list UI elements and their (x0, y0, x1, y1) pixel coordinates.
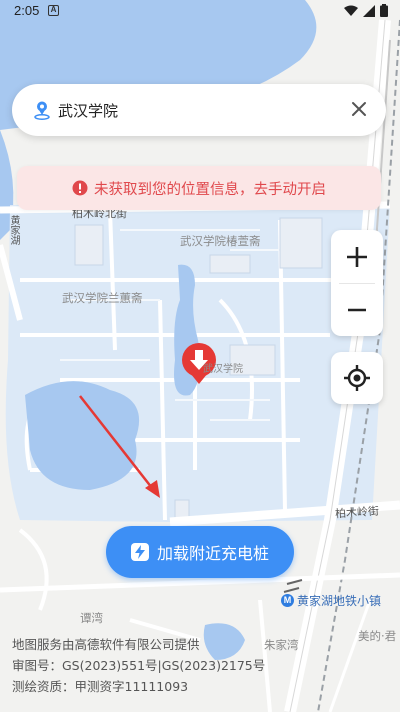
map-label-place-1: 谭湾 (80, 611, 103, 625)
warning-icon (72, 180, 88, 196)
close-icon[interactable] (348, 98, 370, 120)
location-warning-banner[interactable]: 未获取到您的位置信息，去手动开启 (17, 166, 381, 210)
map-label-road-bottom: 柏木岭街 (334, 504, 380, 521)
crosshair-icon (344, 365, 370, 391)
map-label-place-3: 美的·君 (358, 629, 397, 643)
warning-text: 未获取到您的位置信息，去手动开启 (94, 181, 326, 198)
map-label-campus-mid: 武汉学院 (203, 364, 243, 375)
minus-icon (348, 308, 366, 311)
attribution-qualification: 测绘资质：甲测资字11111093 (12, 679, 189, 694)
attribution-provider: 地图服务由高德软件有限公司提供 (12, 637, 200, 652)
load-nearby-chargers-button[interactable]: 加载附近充电桩 (106, 526, 294, 578)
map-label-campus-top: 武汉学院椿萱斋 (180, 234, 261, 248)
wifi-icon (344, 5, 358, 16)
search-bar[interactable]: 武汉学院 (12, 84, 386, 136)
locate-button[interactable] (331, 352, 383, 404)
zoom-out-button[interactable] (331, 283, 383, 336)
notification-badge-icon: A (48, 5, 59, 16)
metro-label: 黄家湖地铁小镇 (297, 594, 382, 608)
zoom-controls (331, 230, 383, 336)
battery-icon (380, 4, 388, 17)
status-icons (344, 4, 388, 17)
signal-icon (363, 4, 375, 17)
plus-icon (347, 246, 367, 267)
map-label-place-2: 朱家湾 (264, 638, 299, 652)
map-attribution: 地图服务由高德软件有限公司提供 审图号：GS(2023)551号|GS(2023… (12, 634, 265, 697)
metro-station[interactable]: M 黄家湖地铁小镇 (281, 592, 381, 609)
status-time: 2:05 (14, 3, 40, 18)
charging-icon (130, 543, 149, 561)
attribution-review-number: 审图号：GS(2023)551号|GS(2023)2175号 (12, 658, 266, 673)
search-input[interactable]: 武汉学院 (58, 100, 118, 121)
map-label-road-left: 黄家湖 (8, 215, 19, 245)
metro-icon: M (281, 594, 294, 607)
location-pin-icon (34, 101, 50, 120)
status-bar: 2:05 A (0, 0, 400, 22)
zoom-in-button[interactable] (331, 230, 383, 283)
map-label-campus-left: 武汉学院兰蕙斋 (62, 291, 143, 305)
load-button-label: 加载附近充电桩 (156, 544, 269, 563)
